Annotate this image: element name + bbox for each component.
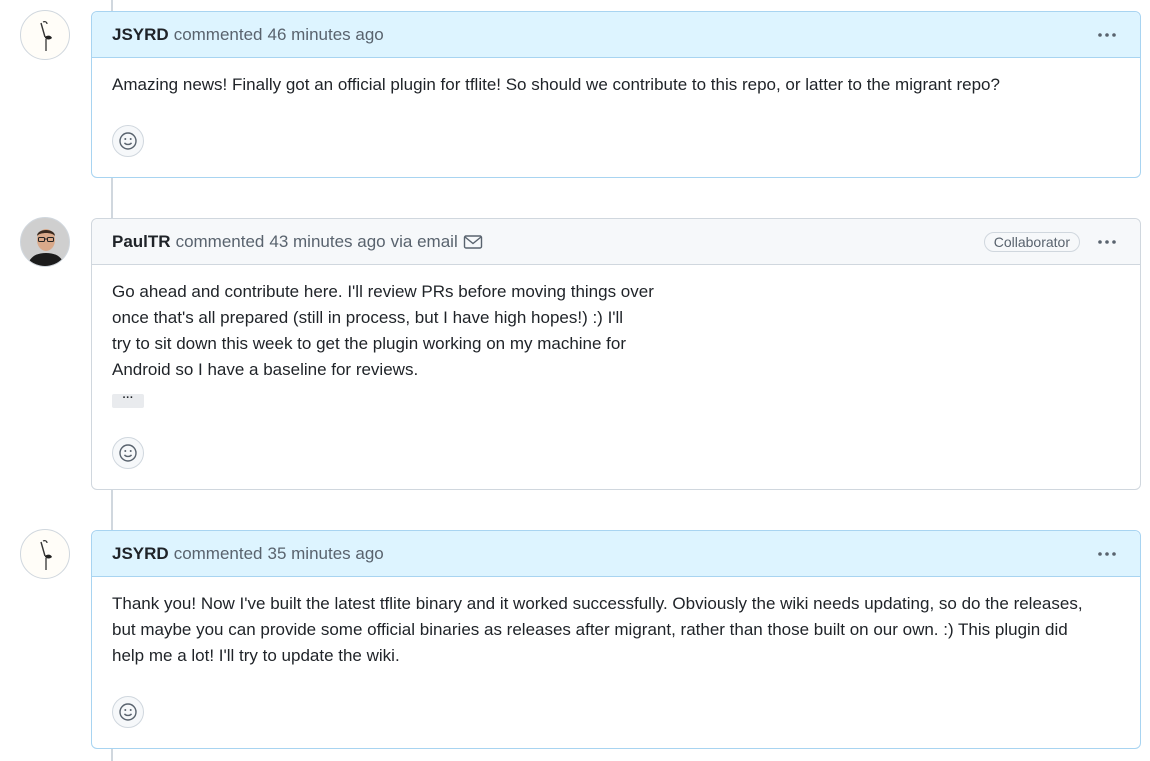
comment-body: Thank you! Now I've built the latest tfl… — [92, 577, 1140, 669]
comment-action: commented — [175, 231, 265, 251]
mail-icon — [463, 234, 483, 250]
comment-action: commented — [173, 543, 263, 563]
comment-author[interactable]: JSYRD — [112, 544, 169, 564]
avatar-paultr[interactable] — [20, 217, 70, 267]
user-photo-icon — [21, 218, 69, 266]
comment-header: JSYRD commented 46 minutes ago — [92, 12, 1140, 58]
add-reaction-button[interactable] — [112, 437, 144, 469]
bird-logo-icon — [40, 540, 52, 570]
comment-timestamp[interactable]: 46 minutes ago — [268, 25, 384, 45]
comment-text-line: but maybe you can provide some official … — [112, 620, 1068, 639]
smiley-icon — [119, 132, 137, 150]
comment-body: Amazing news! Finally got an official pl… — [92, 58, 1140, 98]
comment-timestamp[interactable]: 43 minutes ago — [269, 232, 385, 252]
comment-text-line: try to sit down this week to get the plu… — [112, 334, 627, 353]
comment-header: JSYRD commented 35 minutes ago — [92, 531, 1140, 577]
comment-text-line: Thank you! Now I've built the latest tfl… — [112, 594, 1083, 613]
add-reaction-button[interactable] — [112, 125, 144, 157]
comment-3: JSYRD commented 35 minutes ago Thank you… — [91, 530, 1141, 749]
kebab-horizontal-icon — [1098, 32, 1116, 37]
comment-text-line: Android so I have a baseline for reviews… — [112, 360, 419, 379]
smiley-icon — [119, 703, 137, 721]
comment-options-button[interactable] — [1094, 231, 1120, 253]
comment-text: Amazing news! Finally got an official pl… — [112, 75, 1000, 94]
comment-via: via email — [390, 231, 458, 251]
comment-author[interactable]: PaulTR — [112, 232, 171, 252]
comment-options-button[interactable] — [1094, 24, 1120, 46]
bird-logo-icon — [40, 21, 52, 51]
collaborator-badge: Collaborator — [983, 231, 1080, 252]
comment-1: JSYRD commented 46 minutes ago Amazing n… — [91, 11, 1141, 178]
smiley-icon — [119, 444, 137, 462]
comment-action: commented — [173, 24, 263, 44]
comment-body: Go ahead and contribute here. I'll revie… — [92, 265, 1140, 409]
comment-2: PaulTR commented 43 minutes ago via emai… — [91, 218, 1141, 490]
comment-timestamp[interactable]: 35 minutes ago — [268, 544, 384, 564]
comment-options-button[interactable] — [1094, 543, 1120, 565]
avatar-jsyrd[interactable] — [20, 529, 70, 579]
add-reaction-button[interactable] — [112, 696, 144, 728]
comment-text-line: once that's all prepared (still in proce… — [112, 308, 624, 327]
kebab-horizontal-icon — [1098, 239, 1116, 244]
comment-timeline: JSYRD commented 46 minutes ago Amazing n… — [0, 0, 1150, 761]
comment-text-line: Go ahead and contribute here. I'll revie… — [112, 282, 654, 301]
kebab-horizontal-icon — [1098, 551, 1116, 556]
show-hidden-text-button[interactable]: ··· — [112, 393, 144, 408]
avatar-jsyrd[interactable] — [20, 10, 70, 60]
comment-text-line: help me a lot! I'll try to update the wi… — [112, 646, 400, 665]
comment-author[interactable]: JSYRD — [112, 25, 169, 45]
comment-header: PaulTR commented 43 minutes ago via emai… — [92, 219, 1140, 265]
